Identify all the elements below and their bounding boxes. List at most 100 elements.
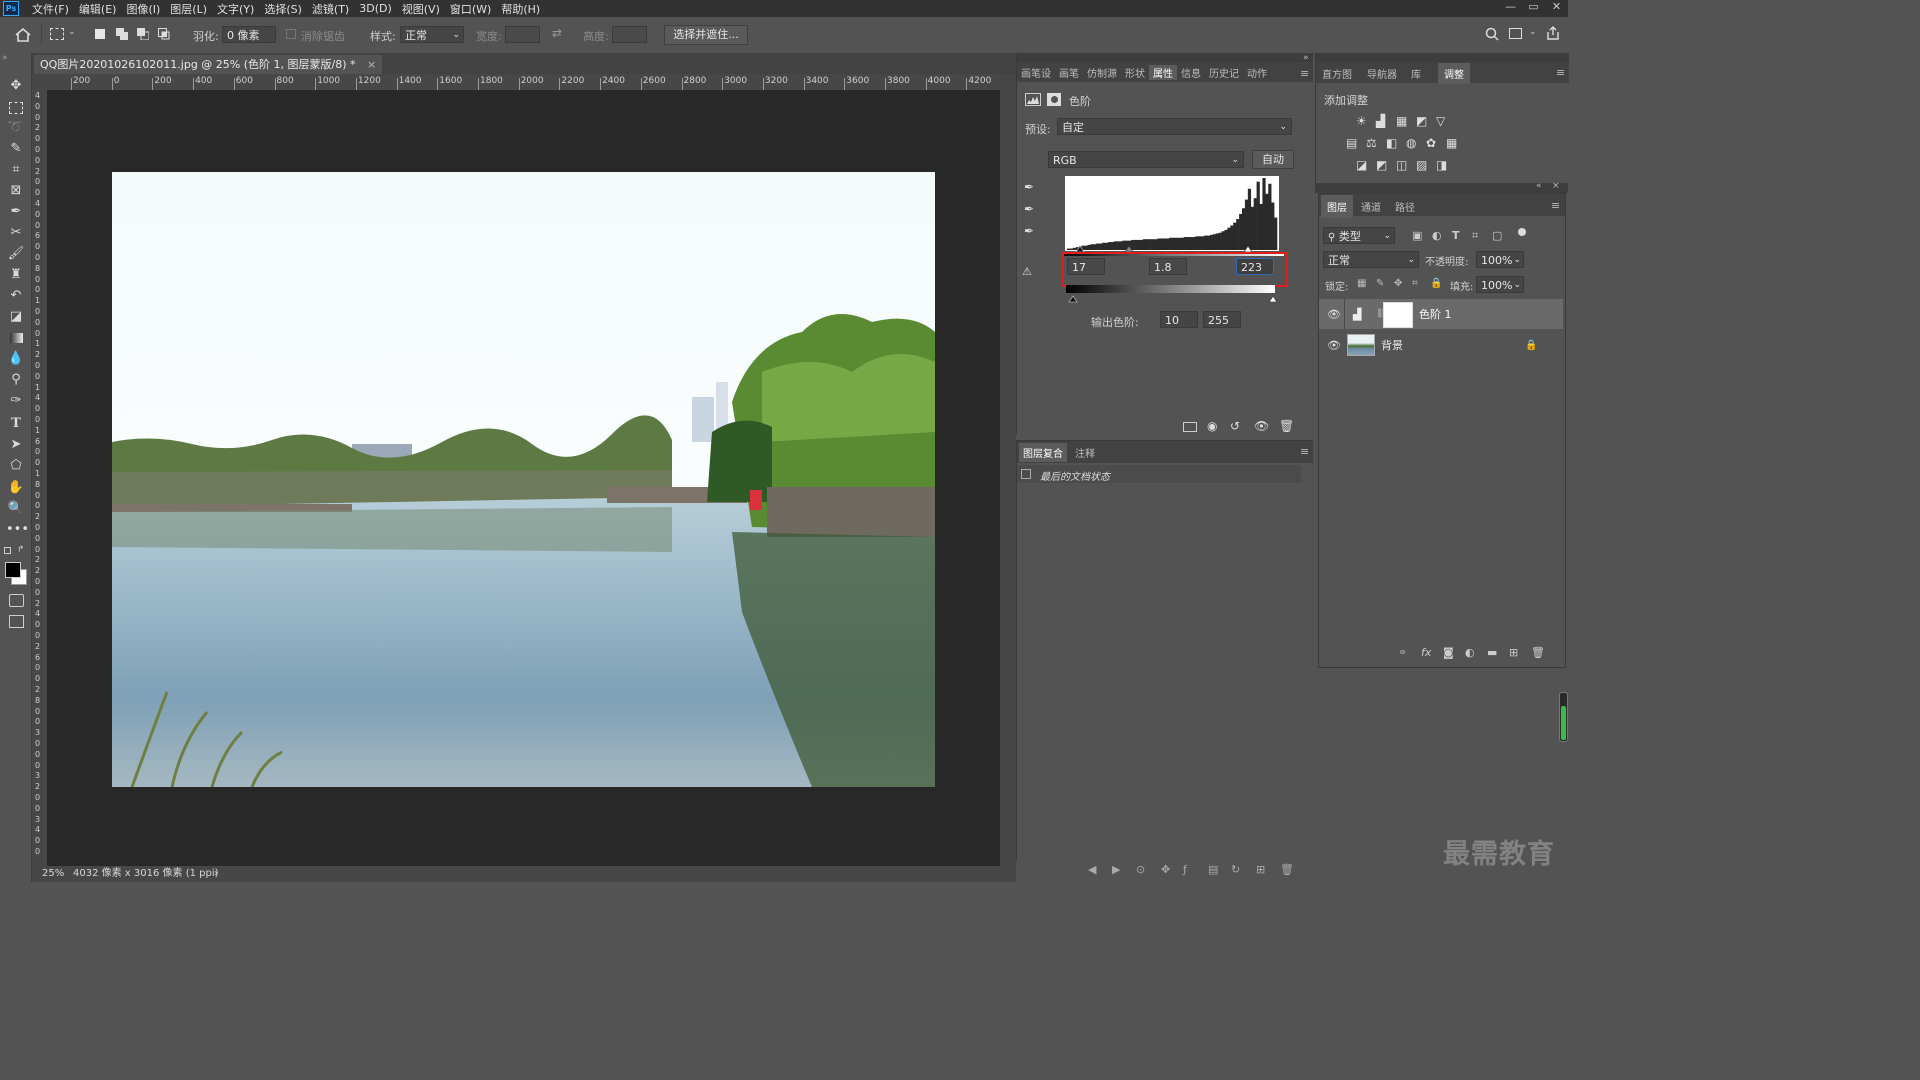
eyedropper-tool-icon[interactable]: ✒ bbox=[6, 203, 26, 221]
tab-brush-settings[interactable]: 画笔设 bbox=[1017, 65, 1055, 80]
panel-menu-icon[interactable]: ≡ bbox=[1300, 445, 1309, 458]
view-previous-icon[interactable]: ◉ bbox=[1207, 419, 1217, 433]
color-lookup-icon[interactable]: ▦ bbox=[1446, 136, 1457, 150]
close-icon[interactable]: × bbox=[367, 58, 376, 71]
vertical-scrollbar[interactable] bbox=[1000, 74, 1016, 866]
link-layers-icon[interactable]: ⚭ bbox=[1398, 646, 1407, 659]
subtract-selection-icon[interactable] bbox=[137, 28, 150, 41]
gradient-tool-icon[interactable] bbox=[6, 329, 26, 347]
black-eyedropper-icon[interactable]: ✒ bbox=[1024, 180, 1034, 194]
filter-toggle-icon[interactable] bbox=[1518, 228, 1526, 236]
curves-icon[interactable]: ▦ bbox=[1396, 114, 1407, 128]
tab-notes[interactable]: 注释 bbox=[1075, 445, 1095, 460]
preset-select[interactable]: 自定 ⌄ bbox=[1057, 118, 1292, 135]
filter-smart-icon[interactable]: ▢ bbox=[1492, 229, 1502, 242]
foreground-color-swatch[interactable] bbox=[5, 562, 21, 578]
input-white-field[interactable]: 223 bbox=[1236, 258, 1274, 275]
antialias-checkbox[interactable] bbox=[286, 29, 296, 39]
quick-mask-icon[interactable] bbox=[9, 594, 24, 607]
lock-position-icon[interactable]: ✥ bbox=[1394, 278, 1402, 289]
tab-layers[interactable]: 图层 bbox=[1321, 195, 1353, 218]
restore-button[interactable]: ▭ bbox=[1522, 0, 1545, 13]
menu-image[interactable]: 图像(I) bbox=[121, 1, 165, 17]
menu-layer[interactable]: 图层(L) bbox=[165, 1, 212, 17]
lock-pixels-icon[interactable]: ✎ bbox=[1376, 278, 1384, 289]
clipping-warning-icon[interactable]: ⚠ bbox=[1022, 265, 1032, 278]
panel-menu-icon[interactable]: ≡ bbox=[1556, 66, 1565, 79]
tab-properties[interactable]: 属性 bbox=[1149, 64, 1177, 80]
menu-type[interactable]: 文字(Y) bbox=[212, 1, 259, 17]
tab-paths[interactable]: 路径 bbox=[1395, 199, 1415, 214]
input-gamma-field[interactable]: 1.8 bbox=[1149, 258, 1187, 275]
swap-colors-icon[interactable]: ↱ bbox=[17, 545, 25, 555]
type-tool-icon[interactable]: T bbox=[6, 415, 26, 433]
vibrance-icon[interactable]: ▽ bbox=[1436, 114, 1445, 128]
new-layer-icon[interactable]: ⊞ bbox=[1509, 646, 1518, 659]
layer-thumbnail[interactable] bbox=[1347, 334, 1375, 356]
apply-comp-icon[interactable]: ▤ bbox=[1208, 863, 1218, 876]
healing-tool-icon[interactable]: ✂ bbox=[6, 224, 26, 242]
fx-icon[interactable]: fx bbox=[1421, 646, 1431, 659]
hue-saturation-icon[interactable]: ▤ bbox=[1346, 136, 1357, 150]
info-arrow[interactable]: › bbox=[214, 866, 218, 882]
blur-tool-icon[interactable]: 💧 bbox=[6, 350, 26, 368]
update-icon[interactable]: ↻ bbox=[1231, 863, 1240, 876]
clone-stamp-tool-icon[interactable]: ♜ bbox=[6, 266, 26, 284]
tab-navigator[interactable]: 导航器 bbox=[1367, 66, 1397, 81]
crop-tool-icon[interactable]: ⌗ bbox=[6, 161, 26, 179]
next-icon[interactable]: ▶ bbox=[1112, 863, 1120, 876]
collapse-icon[interactable]: » bbox=[2, 53, 8, 63]
zoom-tool-icon[interactable]: 🔍 bbox=[6, 500, 26, 518]
output-sliders[interactable] bbox=[1066, 294, 1278, 304]
document-tab[interactable]: QQ图片20201026102011.jpg @ 25% (色阶 1, 图层蒙版… bbox=[34, 55, 383, 74]
feather-input[interactable]: 0 像素 bbox=[222, 26, 276, 43]
new-comp-icon[interactable]: ⊞ bbox=[1256, 863, 1265, 876]
tab-info[interactable]: 信息 bbox=[1177, 65, 1205, 80]
color-balance-icon[interactable]: ⚖ bbox=[1366, 136, 1377, 150]
new-selection-icon[interactable] bbox=[95, 29, 105, 39]
height-input[interactable] bbox=[612, 26, 647, 43]
select-and-mask-button[interactable]: 选择并遮住... bbox=[664, 25, 748, 45]
auto-button[interactable]: 自动 bbox=[1252, 150, 1294, 169]
layer-row[interactable]: 👁 背景 🔒 bbox=[1319, 330, 1563, 360]
chevron-down-icon[interactable]: ⌄ bbox=[1529, 27, 1537, 37]
collapse-icon[interactable]: « bbox=[1536, 181, 1542, 191]
tab-brushes[interactable]: 画笔 bbox=[1055, 65, 1083, 80]
tab-history[interactable]: 历史记 bbox=[1205, 65, 1243, 80]
eye-icon[interactable]: 👁 bbox=[1327, 339, 1341, 352]
levels-icon[interactable] bbox=[1025, 93, 1041, 106]
apply-visibility-icon[interactable]: ⊙ bbox=[1136, 863, 1145, 876]
delete-icon[interactable]: 🗑 bbox=[1279, 419, 1294, 433]
menu-edit[interactable]: 编辑(E) bbox=[74, 1, 122, 17]
minimize-button[interactable]: — bbox=[1499, 0, 1522, 13]
menu-window[interactable]: 窗口(W) bbox=[445, 1, 496, 17]
tab-channels[interactable]: 通道 bbox=[1361, 199, 1381, 214]
close-window-button[interactable]: ✕ bbox=[1545, 0, 1568, 13]
share-icon[interactable] bbox=[1546, 26, 1560, 43]
document-image[interactable] bbox=[112, 172, 935, 787]
add-selection-icon[interactable] bbox=[116, 28, 128, 40]
filter-shape-icon[interactable]: ⌗ bbox=[1472, 229, 1478, 243]
zoom-level[interactable]: 25% bbox=[42, 866, 64, 882]
filter-pixel-icon[interactable]: ▣ bbox=[1412, 229, 1422, 242]
shape-tool-icon[interactable]: ⬠ bbox=[6, 457, 26, 475]
menu-view[interactable]: 视图(V) bbox=[397, 1, 445, 17]
tab-libraries[interactable]: 库 bbox=[1411, 66, 1421, 81]
history-brush-tool-icon[interactable]: ↶ bbox=[6, 287, 26, 305]
swap-icon[interactable]: ⇄ bbox=[552, 26, 562, 40]
output-black-field[interactable]: 10 bbox=[1160, 311, 1198, 328]
selective-color-icon[interactable]: ▨ bbox=[1416, 158, 1427, 172]
search-icon[interactable] bbox=[1485, 27, 1499, 44]
close-icon[interactable]: × bbox=[1552, 181, 1560, 191]
delete-comp-icon[interactable]: 🗑 bbox=[1280, 863, 1294, 876]
adjustment-layer-icon[interactable]: ◐ bbox=[1465, 646, 1475, 659]
mask-icon[interactable] bbox=[1047, 93, 1061, 106]
menu-file[interactable]: 文件(F) bbox=[27, 1, 74, 17]
layer-name[interactable]: 背景 bbox=[1381, 337, 1403, 353]
menu-help[interactable]: 帮助(H) bbox=[496, 1, 545, 17]
menu-3d[interactable]: 3D(D) bbox=[354, 2, 397, 15]
layer-filter-select[interactable]: ⚲ 类型 ⌄ bbox=[1323, 227, 1395, 244]
intersect-selection-icon[interactable] bbox=[158, 28, 170, 40]
marquee-preset-icon[interactable] bbox=[50, 28, 64, 40]
workspace-icon[interactable] bbox=[1509, 28, 1522, 39]
